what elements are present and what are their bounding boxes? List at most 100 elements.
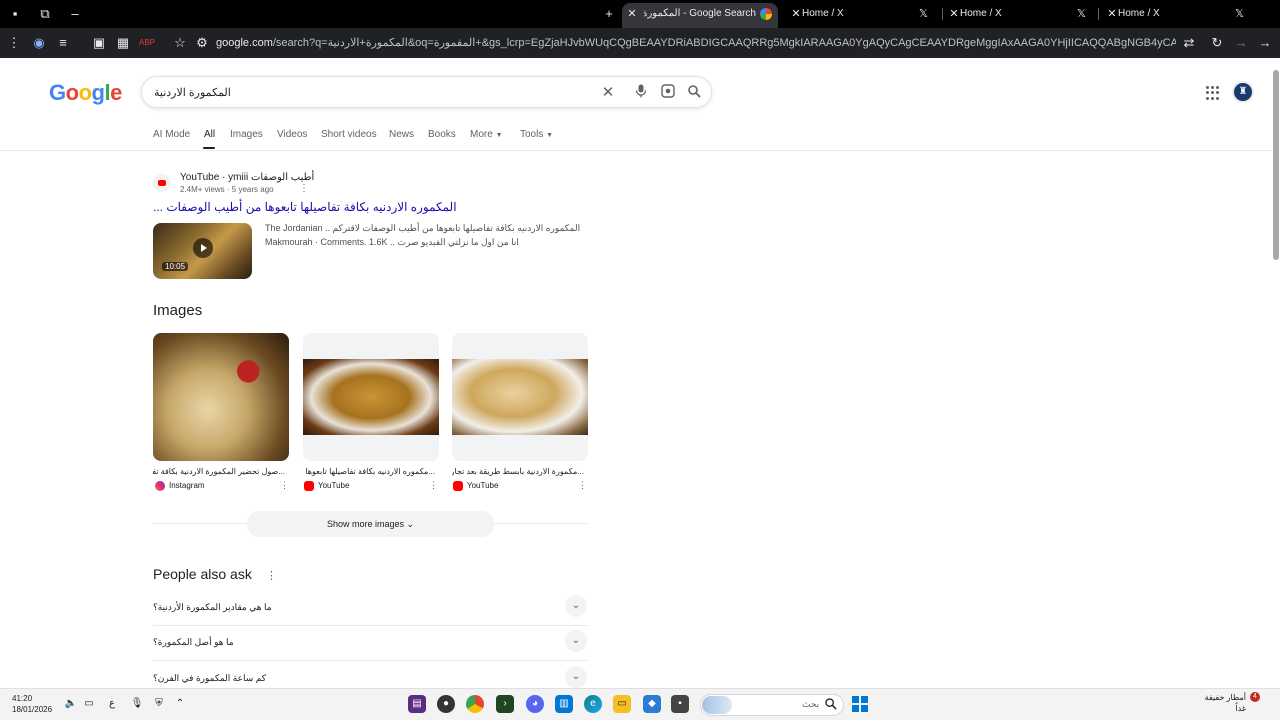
x-favicon: 𝕏: [1235, 8, 1244, 20]
tab-news[interactable]: News: [389, 129, 414, 140]
source-label: Instagram: [169, 481, 205, 491]
tab-home-x-3[interactable]: ✕ Home / X 𝕏: [1102, 4, 1252, 24]
tab-videos[interactable]: Videos: [277, 129, 307, 140]
tab-search-icon[interactable]: ⧉: [37, 6, 53, 22]
weather-text: أمطار خفيفة: [1204, 693, 1246, 702]
adblock-icon[interactable]: ABP: [139, 35, 155, 51]
search-input[interactable]: المكمورة الاردنية: [154, 86, 231, 99]
search-icon[interactable]: [685, 84, 703, 102]
tab-separator: [1098, 8, 1099, 20]
image-source[interactable]: Instagram: [155, 481, 205, 491]
divider: [153, 625, 588, 626]
url-field[interactable]: google.com/search?q=المكمورة+الاردنية&oq…: [216, 36, 1176, 49]
paa-heading: People also ask: [153, 566, 252, 582]
play-icon[interactable]: [193, 238, 213, 258]
windows-start-icon[interactable]: [852, 696, 868, 712]
clock[interactable]: 41:20 18/01/2026: [12, 693, 52, 715]
tab-short-videos[interactable]: Short videos: [321, 129, 377, 140]
new-tab-button[interactable]: +: [601, 6, 617, 22]
extension-icon[interactable]: ▦: [115, 35, 131, 51]
close-tab-icon[interactable]: ✕: [1106, 4, 1118, 24]
paa-options-icon[interactable]: ⋮: [266, 569, 277, 582]
app-icon[interactable]: ◆: [643, 695, 661, 713]
back-icon[interactable]: →: [1257, 35, 1273, 51]
tab-google-search[interactable]: ✕ Google Search - المكمورة الاردنية: [622, 3, 778, 28]
close-tab-icon[interactable]: ✕: [948, 4, 960, 24]
result-options-icon[interactable]: ⋮: [299, 183, 309, 194]
tab-all[interactable]: All: [204, 129, 215, 140]
chevron-down-icon[interactable]: ⌄: [565, 666, 587, 688]
tab-ai-mode[interactable]: AI Mode: [153, 129, 190, 140]
chevron-down-icon[interactable]: ⌄: [565, 595, 587, 617]
voice-search-icon[interactable]: [632, 84, 650, 102]
result-title-link[interactable]: المكموره الاردنيه بكافة تفاصيلها تابعوها…: [153, 200, 457, 214]
tab-more[interactable]: More ▼: [470, 129, 503, 140]
store-icon[interactable]: ▥: [555, 695, 573, 713]
more-icon[interactable]: ⋮: [6, 35, 22, 51]
language-indicator[interactable]: ع: [103, 695, 121, 713]
google-logo[interactable]: Google: [49, 80, 122, 106]
tab-images[interactable]: Images: [230, 129, 263, 140]
chevron-up-icon[interactable]: ⌃: [171, 695, 189, 713]
file-explorer-icon[interactable]: ▭: [613, 695, 631, 713]
show-more-images-button[interactable]: Show more images ⌄: [247, 511, 494, 537]
search-box[interactable]: المكمورة الاردنية ✕: [141, 76, 712, 108]
forward-icon[interactable]: →: [1233, 35, 1249, 51]
tab-home-x-2[interactable]: ✕ Home / X 𝕏: [944, 4, 1094, 24]
google-favicon: [760, 8, 772, 20]
terminal-icon[interactable]: ›: [496, 695, 514, 713]
nav-divider: [0, 150, 1272, 151]
app-icon[interactable]: ●: [437, 695, 455, 713]
image-result[interactable]: [452, 333, 588, 461]
discord-icon[interactable]: ◕: [526, 695, 544, 713]
chevron-down-icon: ⌄: [406, 519, 415, 529]
tabs-icon[interactable]: ▣: [91, 35, 107, 51]
bookmark-star-icon[interactable]: ☆: [172, 35, 188, 51]
x-favicon: 𝕏: [1077, 8, 1086, 20]
image-source[interactable]: YouTube: [304, 481, 349, 491]
reload-icon[interactable]: ↻: [1209, 35, 1225, 51]
minimize-icon[interactable]: –: [67, 6, 83, 22]
notification-badge[interactable]: 4: [1250, 692, 1260, 702]
weather-widget[interactable]: أمطار خفيفة غداً: [1204, 692, 1246, 714]
network-icon[interactable]: ▭: [80, 695, 98, 713]
app-icon[interactable]: ▪: [671, 695, 689, 713]
chrome-icon[interactable]: [466, 695, 484, 713]
image-search-icon[interactable]: [659, 84, 677, 102]
account-avatar[interactable]: ♜: [1232, 81, 1254, 103]
close-tab-icon[interactable]: ✕: [626, 3, 638, 25]
security-icon[interactable]: ⛨: [150, 695, 168, 713]
image-result[interactable]: [153, 333, 289, 461]
tab-home-x-1[interactable]: ✕ Home / X 𝕏: [786, 4, 936, 24]
image-caption[interactable]: ...مكمورة الاردنية بأبسط طريقة بعد تجارب: [452, 467, 584, 476]
image-options-icon[interactable]: ⋮: [280, 480, 289, 491]
image-caption[interactable]: ...مكموره الاردنيه بكافة تفاصيلها تابعوه…: [303, 467, 435, 476]
image-caption[interactable]: ...صول تحضير المكمورة الاردنية بكافة تفا: [153, 467, 285, 476]
clock-time: 41:20: [12, 694, 33, 703]
image-source[interactable]: YouTube: [453, 481, 498, 491]
clock-date: 18/01/2026: [12, 705, 53, 714]
divider: [153, 660, 588, 661]
clear-icon[interactable]: ✕: [599, 84, 617, 102]
tab-title: Home / X: [802, 8, 844, 19]
tab-books[interactable]: Books: [428, 129, 456, 140]
reading-list-icon[interactable]: ≡: [55, 35, 71, 51]
result-site[interactable]: YouTube · ymiii أطيب الوصفات: [180, 172, 314, 183]
image-options-icon[interactable]: ⋮: [429, 480, 438, 491]
result-meta: 2.4M+ views · 5 years ago: [180, 185, 274, 194]
volume-icon[interactable]: 🔈: [62, 695, 80, 713]
site-info-icon[interactable]: ⚙: [194, 35, 210, 51]
app-icon[interactable]: ▤: [408, 695, 426, 713]
scrollbar-thumb[interactable]: [1273, 70, 1279, 260]
image-options-icon[interactable]: ⋮: [578, 480, 587, 491]
microphone-icon[interactable]: 🎙: [128, 695, 146, 713]
chevron-down-icon[interactable]: ⌄: [565, 630, 587, 652]
tune-icon[interactable]: ⇄: [1181, 35, 1197, 51]
window-menu-icon[interactable]: ▪: [7, 6, 23, 22]
extension-icon[interactable]: ◉: [31, 35, 47, 51]
tools-button[interactable]: Tools ▼: [520, 129, 553, 140]
google-apps-icon[interactable]: [1206, 86, 1220, 100]
edge-icon[interactable]: e: [584, 695, 602, 713]
close-tab-icon[interactable]: ✕: [790, 4, 802, 24]
image-result[interactable]: [303, 333, 439, 461]
